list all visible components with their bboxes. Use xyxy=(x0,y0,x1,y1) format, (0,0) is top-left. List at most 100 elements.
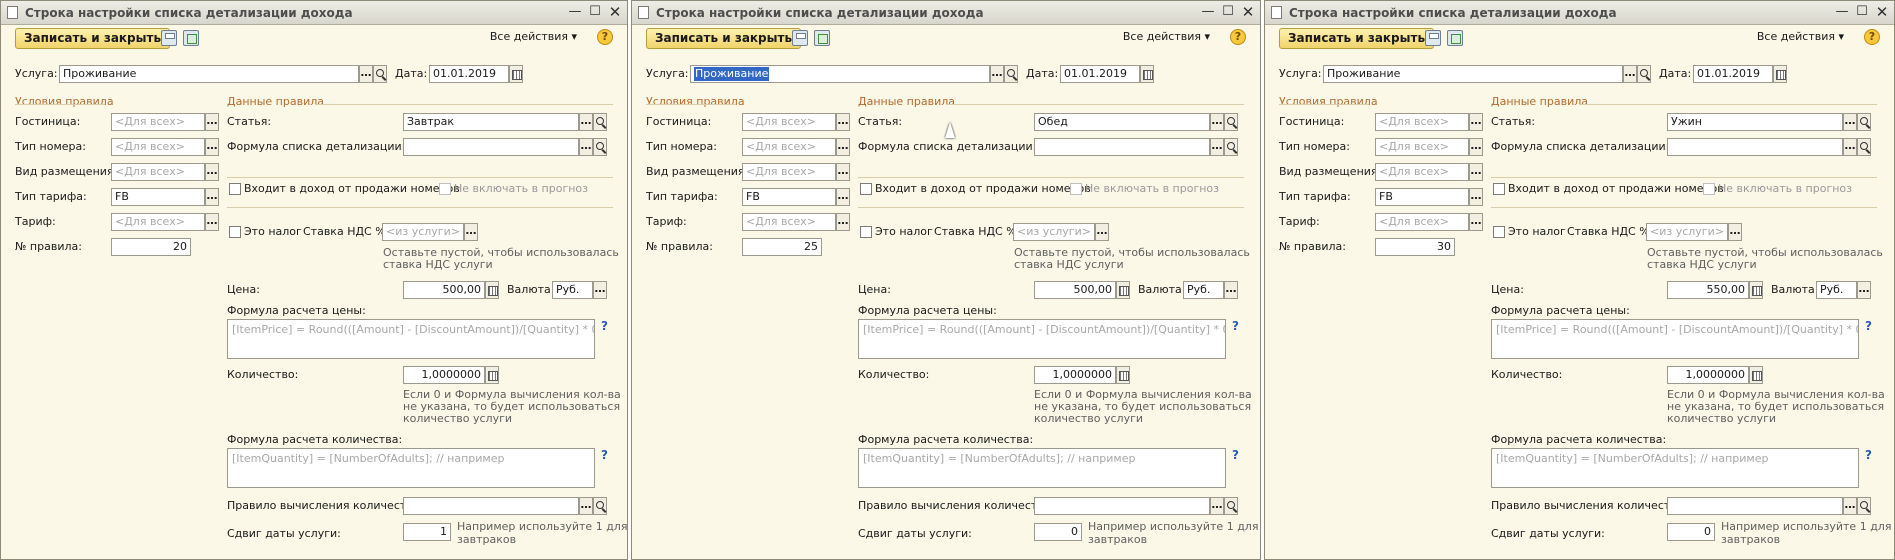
minimize-icon[interactable]: — xyxy=(567,4,583,20)
save-and-close-button[interactable]: Записать и закрыть xyxy=(1279,28,1435,49)
ellipsis-icon[interactable]: … xyxy=(1469,113,1483,131)
tariff-type-field[interactable]: FB xyxy=(742,188,836,206)
all-actions-menu[interactable]: Все действия ▾ xyxy=(1757,30,1844,43)
save-and-close-button[interactable]: Записать и закрыть xyxy=(646,28,802,49)
room-type-field[interactable]: <Для всех> xyxy=(111,138,205,156)
ellipsis-icon[interactable]: … xyxy=(1469,163,1483,181)
price-field[interactable]: 500,00 xyxy=(1034,281,1116,299)
search-icon[interactable] xyxy=(593,497,607,515)
structure-icon[interactable] xyxy=(183,30,199,46)
date-field[interactable]: 01.01.2019 xyxy=(1693,65,1773,83)
quantity-rule-field[interactable] xyxy=(403,497,579,515)
help-icon[interactable]: ? xyxy=(1232,448,1239,462)
room-type-field[interactable]: <Для всех> xyxy=(742,138,836,156)
is-tax-checkbox[interactable] xyxy=(1493,226,1505,238)
search-icon[interactable] xyxy=(1224,113,1238,131)
save-and-close-button[interactable]: Записать и закрыть xyxy=(15,28,171,49)
ellipsis-icon[interactable]: … xyxy=(464,223,478,241)
search-icon[interactable] xyxy=(1857,113,1871,131)
calculator-icon[interactable] xyxy=(1116,281,1130,299)
hotel-field[interactable]: <Для всех> xyxy=(742,113,836,131)
price-field[interactable]: 500,00 xyxy=(403,281,485,299)
ellipsis-icon[interactable]: … xyxy=(1469,138,1483,156)
price-formula-textarea[interactable]: [ItemPrice] = Round(([Amount] - [Discoun… xyxy=(227,319,595,359)
article-field[interactable]: Завтрак xyxy=(403,113,579,131)
tariff-field[interactable]: <Для всех> xyxy=(742,213,836,231)
article-field[interactable]: Обед xyxy=(1034,113,1210,131)
help-icon[interactable]: ? xyxy=(1230,29,1246,45)
search-icon[interactable] xyxy=(593,113,607,131)
accommodation-field[interactable]: <Для всех> xyxy=(742,163,836,181)
help-icon[interactable]: ? xyxy=(597,29,613,45)
ellipsis-icon[interactable]: … xyxy=(1469,188,1483,206)
in-income-checkbox[interactable] xyxy=(860,183,872,195)
ellipsis-icon[interactable]: … xyxy=(1857,281,1871,299)
quantity-field[interactable]: 1,0000000 xyxy=(1034,366,1116,384)
no-forecast-checkbox[interactable] xyxy=(439,183,451,195)
service-field[interactable]: Проживание xyxy=(59,65,359,83)
date-shift-field[interactable]: 0 xyxy=(1034,523,1082,541)
help-icon[interactable]: ? xyxy=(1865,448,1872,462)
price-field[interactable]: 550,00 xyxy=(1667,281,1749,299)
currency-field[interactable]: Руб. xyxy=(1183,281,1224,299)
ellipsis-icon[interactable]: … xyxy=(1728,223,1742,241)
accommodation-field[interactable]: <Для всех> xyxy=(111,163,205,181)
ellipsis-icon[interactable]: … xyxy=(205,163,219,181)
quantity-rule-field[interactable] xyxy=(1667,497,1843,515)
close-icon[interactable]: ✕ xyxy=(1874,4,1890,20)
help-icon[interactable]: ? xyxy=(1864,29,1880,45)
date-field[interactable]: 01.01.2019 xyxy=(1060,65,1140,83)
in-income-checkbox[interactable] xyxy=(1493,183,1505,195)
ellipsis-icon[interactable]: … xyxy=(836,188,850,206)
is-tax-checkbox[interactable] xyxy=(229,226,241,238)
title-bar[interactable]: Строка настройки списка детализации дохо… xyxy=(632,1,1260,25)
ellipsis-icon[interactable]: … xyxy=(205,138,219,156)
save-icon[interactable] xyxy=(792,30,808,46)
help-icon[interactable]: ? xyxy=(601,448,608,462)
calendar-icon[interactable] xyxy=(509,65,523,83)
close-icon[interactable]: ✕ xyxy=(1240,4,1256,20)
ellipsis-icon[interactable]: … xyxy=(1095,223,1109,241)
search-icon[interactable] xyxy=(1224,138,1238,156)
calculator-icon[interactable] xyxy=(485,281,499,299)
room-type-field[interactable]: <Для всех> xyxy=(1375,138,1469,156)
help-icon[interactable]: ? xyxy=(1232,319,1239,333)
hotel-field[interactable]: <Для всех> xyxy=(111,113,205,131)
ellipsis-icon[interactable]: … xyxy=(1224,281,1238,299)
search-icon[interactable] xyxy=(373,65,387,83)
help-icon[interactable]: ? xyxy=(601,319,608,333)
search-icon[interactable] xyxy=(1224,497,1238,515)
service-field[interactable]: Проживание xyxy=(1323,65,1623,83)
help-icon[interactable]: ? xyxy=(1865,319,1872,333)
quantity-formula-textarea[interactable]: [ItemQuantity] = [NumberOfAdults]; // на… xyxy=(858,448,1226,488)
accommodation-field[interactable]: <Для всех> xyxy=(1375,163,1469,181)
tariff-type-field[interactable]: FB xyxy=(1375,188,1469,206)
calculator-icon[interactable] xyxy=(1116,366,1130,384)
ellipsis-icon[interactable]: … xyxy=(1843,113,1857,131)
ellipsis-icon[interactable]: … xyxy=(1623,65,1637,83)
vat-field[interactable]: <из услуги> xyxy=(1013,223,1095,241)
price-formula-textarea[interactable]: [ItemPrice] = Round(([Amount] - [Discoun… xyxy=(1491,319,1859,359)
search-icon[interactable] xyxy=(1637,65,1651,83)
no-forecast-checkbox[interactable] xyxy=(1070,183,1082,195)
date-shift-field[interactable]: 1 xyxy=(403,523,451,541)
is-tax-checkbox[interactable] xyxy=(860,226,872,238)
service-field[interactable]: Проживание xyxy=(690,65,990,83)
quantity-field[interactable]: 1,0000000 xyxy=(1667,366,1749,384)
ellipsis-icon[interactable]: … xyxy=(990,65,1004,83)
maximize-icon[interactable]: ☐ xyxy=(587,4,603,20)
calculator-icon[interactable] xyxy=(1749,281,1763,299)
minimize-icon[interactable]: — xyxy=(1200,4,1216,20)
ellipsis-icon[interactable]: … xyxy=(579,497,593,515)
search-icon[interactable] xyxy=(1857,497,1871,515)
ellipsis-icon[interactable]: … xyxy=(1843,497,1857,515)
structure-icon[interactable] xyxy=(1447,30,1463,46)
tariff-field[interactable]: <Для всех> xyxy=(1375,213,1469,231)
ellipsis-icon[interactable]: … xyxy=(1210,138,1224,156)
vat-field[interactable]: <из услуги> xyxy=(1646,223,1728,241)
currency-field[interactable]: Руб. xyxy=(552,281,593,299)
ellipsis-icon[interactable]: … xyxy=(205,213,219,231)
ellipsis-icon[interactable]: … xyxy=(1210,113,1224,131)
save-icon[interactable] xyxy=(1425,30,1441,46)
ellipsis-icon[interactable]: … xyxy=(205,188,219,206)
